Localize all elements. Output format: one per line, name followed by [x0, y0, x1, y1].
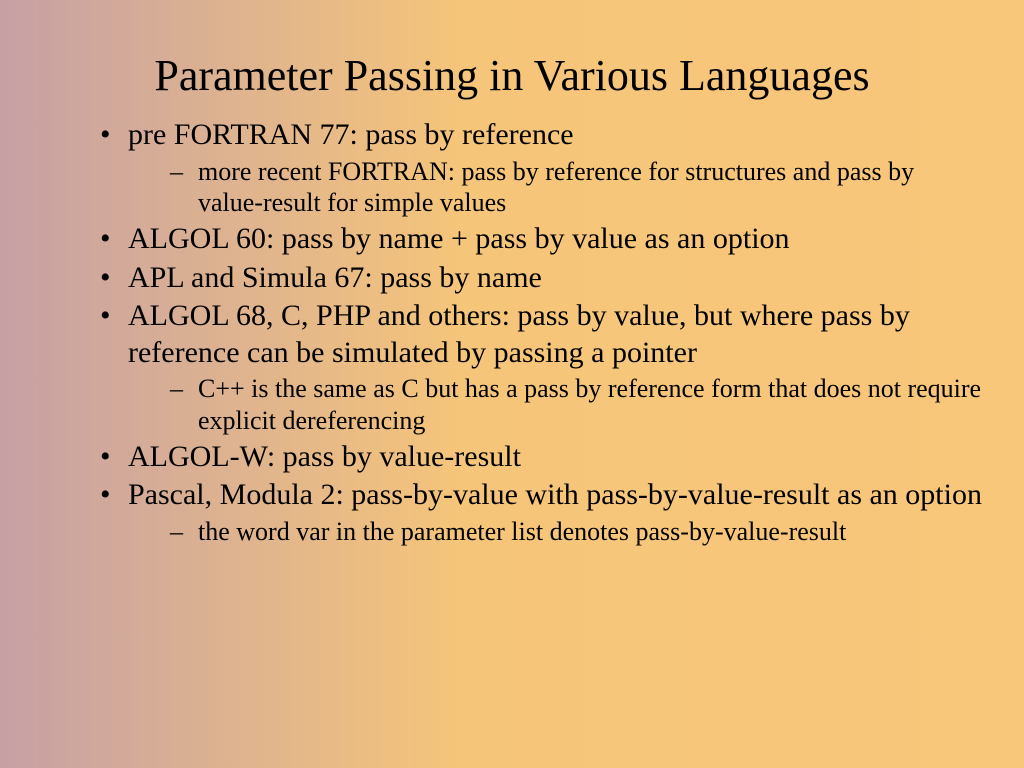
- sub-list: more recent FORTRAN: pass by reference f…: [128, 156, 984, 219]
- bullet-text: APL and Simula 67: pass by name: [128, 261, 542, 294]
- sub-list: the word var in the parameter list denot…: [128, 516, 984, 548]
- sub-list: C++ is the same as C but has a pass by r…: [128, 373, 984, 436]
- sub-bullet-text: the word var in the parameter list denot…: [198, 517, 846, 546]
- slide-container: Parameter Passing in Various Languages p…: [0, 0, 1024, 590]
- bullet-item: ALGOL 60: pass by name + pass by value a…: [100, 221, 984, 258]
- sub-bullet-item: the word var in the parameter list denot…: [170, 516, 984, 548]
- bullet-text: pre FORTRAN 77: pass by reference: [128, 118, 574, 151]
- sub-bullet-text: more recent FORTRAN: pass by reference f…: [198, 157, 914, 218]
- bullet-item: ALGOL-W: pass by value-result: [100, 439, 984, 476]
- bullet-text: Pascal, Modula 2: pass-by-value with pas…: [128, 478, 982, 511]
- bullet-item: ALGOL 68, C, PHP and others: pass by val…: [100, 298, 984, 437]
- bullet-item: Pascal, Modula 2: pass-by-value with pas…: [100, 477, 984, 547]
- sub-bullet-item: C++ is the same as C but has a pass by r…: [170, 373, 984, 436]
- slide-title: Parameter Passing in Various Languages: [40, 50, 984, 101]
- bullet-item: pre FORTRAN 77: pass by reference more r…: [100, 117, 984, 219]
- sub-bullet-item: more recent FORTRAN: pass by reference f…: [170, 156, 984, 219]
- bullet-text: ALGOL 60: pass by name + pass by value a…: [128, 222, 790, 255]
- sub-bullet-text: C++ is the same as C but has a pass by r…: [198, 374, 981, 435]
- bullet-text: ALGOL 68, C, PHP and others: pass by val…: [128, 299, 910, 369]
- bullet-item: APL and Simula 67: pass by name: [100, 260, 984, 297]
- bullet-text: ALGOL-W: pass by value-result: [128, 440, 521, 473]
- bullet-list: pre FORTRAN 77: pass by reference more r…: [40, 117, 984, 548]
